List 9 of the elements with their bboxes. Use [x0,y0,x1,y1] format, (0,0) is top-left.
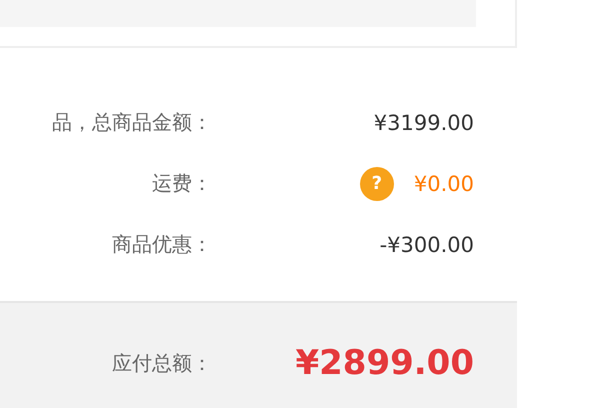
summary-value: -¥300.00 [380,232,474,256]
summary-label: 运费： [152,170,212,197]
total-amount: ¥2899.00 [295,343,474,383]
total-label: 应付总额： [112,350,212,376]
summary-label: 品，总商品金额： [52,109,212,136]
summary-value: ¥3199.00 [374,110,474,134]
summary-label: 商品优惠： [112,231,212,258]
summary-value: ¥0.00 [414,172,474,196]
help-icon[interactable]: ? [360,166,394,200]
